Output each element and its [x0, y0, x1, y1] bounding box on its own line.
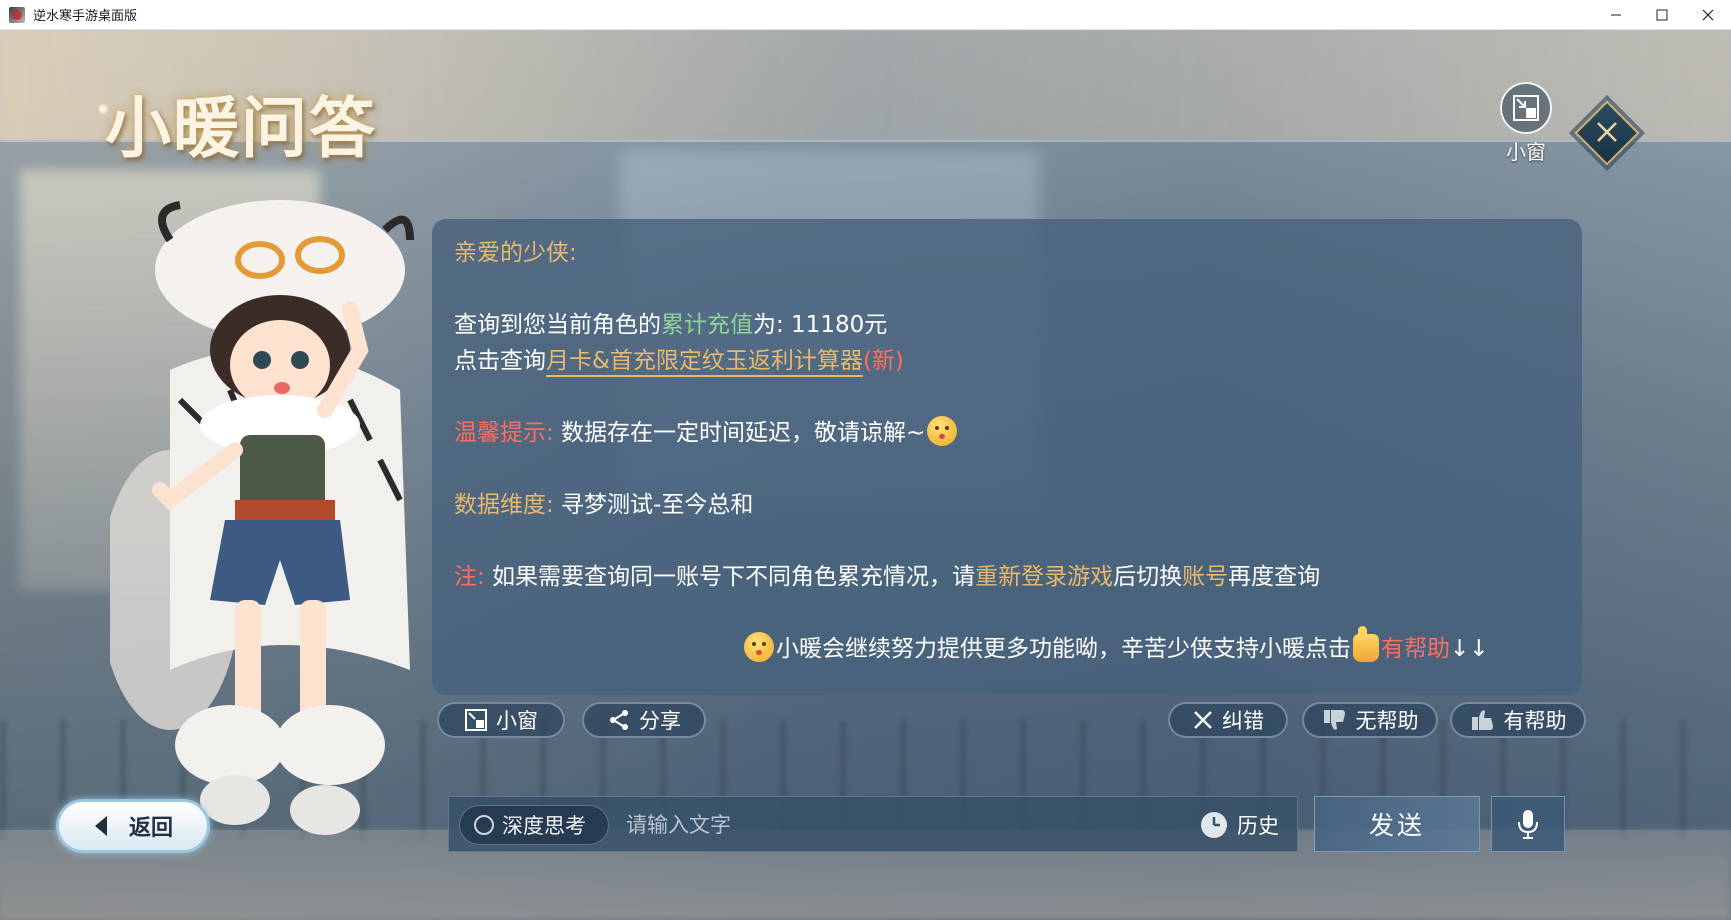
not-helpful-label: 无帮助 — [1355, 709, 1419, 733]
calculator-new-badge: (新) — [862, 348, 904, 374]
note-line: 注: 如果需要查询同一账号下不同角色累充情况，请重新登录游戏后切换账号再度查询 — [454, 557, 1320, 591]
thumbs-down-icon — [1323, 710, 1345, 730]
correct-button[interactable]: 纠错 — [1168, 702, 1288, 738]
maximize-icon — [1656, 9, 1668, 20]
helpful-button[interactable]: 有帮助 — [1450, 702, 1586, 738]
note-highlight-relogin: 重新登录游戏 — [975, 564, 1114, 590]
minimize-window-icon — [1500, 82, 1552, 134]
share-label: 分享 — [639, 709, 681, 733]
close-icon — [1194, 711, 1212, 729]
footer-arrows: ↓↓ — [1450, 636, 1489, 662]
radio-icon — [474, 815, 494, 835]
history-label: 历史 — [1237, 814, 1279, 838]
note-highlight-account: 账号 — [1182, 564, 1229, 590]
dimension-label: 数据维度: — [454, 492, 554, 518]
thumbs-up-icon — [1353, 626, 1379, 662]
close-icon — [1702, 9, 1714, 20]
share-icon — [610, 710, 628, 730]
not-helpful-button[interactable]: 无帮助 — [1302, 702, 1438, 738]
calculator-link[interactable]: 月卡&首充限定纹玉返利计算器 — [546, 348, 863, 377]
calculator-line: 点击查询月卡&首充限定纹玉返利计算器(新) — [454, 341, 904, 377]
voice-input-button[interactable] — [1491, 796, 1565, 852]
note-text-1: 如果需要查询同一账号下不同角色累充情况，请 — [484, 564, 976, 590]
deep-think-toggle[interactable]: 深度思考 — [459, 805, 609, 845]
send-label: 发送 — [1368, 811, 1425, 840]
window-controls — [1593, 0, 1731, 30]
clock-icon — [1201, 812, 1227, 838]
deep-think-label: 深度思考 — [502, 814, 586, 838]
share-button[interactable]: 分享 — [582, 702, 706, 738]
tip-line: 温馨提示: 数据存在一定时间延迟，敬请谅解~ — [454, 413, 959, 447]
recharge-highlight: 累计充值 — [661, 312, 753, 338]
note-label: 注: — [454, 564, 485, 590]
footer-helpful: 有帮助 — [1381, 636, 1450, 662]
dimension-text: 寻梦测试-至今总和 — [553, 492, 754, 518]
mini-window-top-label: 小窗 — [1506, 140, 1546, 164]
minimize-icon — [1611, 14, 1621, 15]
kiss-emoji-icon — [744, 632, 774, 662]
mini-window-top-button[interactable]: 小窗 — [1498, 82, 1554, 182]
tip-label: 温馨提示: — [454, 420, 554, 446]
calculator-prefix: 点击查询 — [454, 348, 546, 374]
thumbs-up-icon — [1471, 710, 1493, 730]
maximize-button[interactable] — [1639, 0, 1685, 30]
history-button[interactable]: 历史 — [1199, 805, 1291, 845]
microphone-icon — [1518, 810, 1538, 839]
window-titlebar: 逆水寒手游桌面版 — [0, 0, 1731, 30]
close-window-button[interactable] — [1685, 0, 1731, 30]
back-label: 返回 — [128, 816, 173, 841]
recharge-line: 查询到您当前角色的累计充值为: 11180元 — [454, 305, 887, 339]
chat-input-bar: 深度思考 历史 — [448, 796, 1298, 852]
send-button[interactable]: 发送 — [1314, 796, 1480, 852]
back-button[interactable]: 返回 — [56, 799, 210, 853]
dimension-line: 数据维度: 寻梦测试-至今总和 — [454, 485, 753, 519]
greeting-text: 亲爱的少侠: — [454, 240, 577, 266]
page-title: 小暖问答 — [105, 89, 377, 167]
answer-panel: 亲爱的少侠: 查询到您当前角色的累计充值为: 11180元 点击查询月卡&首充限… — [432, 219, 1582, 695]
note-text-3: 再度查询 — [1228, 564, 1321, 590]
close-x-icon — [1588, 113, 1626, 151]
kiss-emoji-icon — [927, 416, 958, 446]
recharge-prefix: 查询到您当前角色的 — [454, 312, 661, 338]
window-title: 逆水寒手游桌面版 — [33, 9, 138, 24]
note-text-2: 后切换 — [1113, 564, 1183, 590]
correct-label: 纠错 — [1222, 709, 1264, 733]
helpful-label: 有帮助 — [1503, 709, 1567, 733]
question-input[interactable] — [624, 805, 1124, 845]
tip-text: 数据存在一定时间延迟，敬请谅解~ — [553, 420, 926, 446]
mini-window-button[interactable]: 小窗 — [437, 702, 565, 738]
mascot-character-illustration — [100, 200, 450, 850]
footer-text: 小暖会继续努力提供更多功能呦，辛苦少侠支持小暖点击 — [776, 636, 1351, 662]
minimize-button[interactable] — [1593, 0, 1639, 30]
mini-window-label: 小窗 — [496, 709, 538, 733]
recharge-amount: 为: 11180元 — [753, 312, 888, 338]
back-arrow-icon — [94, 816, 107, 836]
minimize-window-icon — [465, 709, 487, 731]
app-logo-icon — [9, 6, 25, 23]
footer-line: 小暖会继续努力提供更多功能呦，辛苦少侠支持小暖点击 有帮助↓↓ — [742, 626, 1489, 663]
